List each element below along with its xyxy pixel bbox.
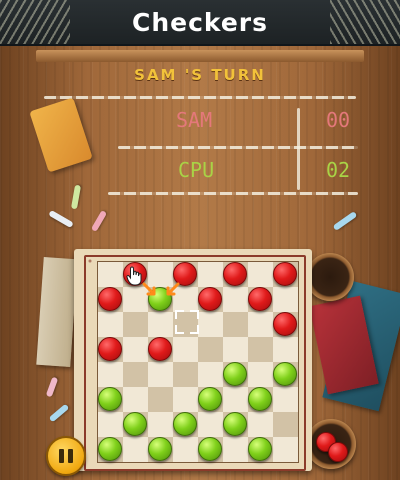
board-square[interactable] xyxy=(198,337,223,362)
board-square[interactable] xyxy=(273,387,298,412)
red-checker-piece[interactable] xyxy=(273,312,297,336)
board-square[interactable] xyxy=(98,312,123,337)
green-checker-piece[interactable] xyxy=(173,412,197,436)
chalk-divider xyxy=(297,108,300,190)
player2-score: 02 xyxy=(326,158,351,182)
board-square[interactable] xyxy=(248,262,273,287)
move-arrow-right-icon xyxy=(166,282,180,296)
board-square[interactable] xyxy=(148,387,173,412)
green-checker-piece[interactable] xyxy=(248,437,272,461)
board-square[interactable] xyxy=(173,387,198,412)
board-square[interactable] xyxy=(273,412,298,437)
pause-icon xyxy=(59,449,64,463)
chalk-line-bottom xyxy=(108,192,358,195)
board-square[interactable] xyxy=(248,412,273,437)
board-square[interactable] xyxy=(123,337,148,362)
board-square[interactable] xyxy=(198,412,223,437)
board-square[interactable] xyxy=(223,337,248,362)
board-square[interactable] xyxy=(123,437,148,462)
chalk-rays-right xyxy=(330,0,400,44)
red-checker-piece[interactable] xyxy=(198,287,222,311)
board-square[interactable] xyxy=(223,437,248,462)
green-checker-piece[interactable] xyxy=(223,412,247,436)
pause-icon-bar xyxy=(68,449,73,463)
board-square[interactable] xyxy=(248,312,273,337)
board-square[interactable] xyxy=(148,312,173,337)
green-checker-piece[interactable] xyxy=(98,437,122,461)
board-square[interactable] xyxy=(198,262,223,287)
board-square[interactable] xyxy=(223,387,248,412)
red-checker-piece[interactable] xyxy=(248,287,272,311)
board-square[interactable] xyxy=(198,362,223,387)
board-square[interactable] xyxy=(223,312,248,337)
red-checker-piece[interactable] xyxy=(98,287,122,311)
board-square[interactable] xyxy=(273,337,298,362)
board-square[interactable] xyxy=(98,412,123,437)
red-checker-piece[interactable] xyxy=(223,262,247,286)
board-square[interactable] xyxy=(173,362,198,387)
move-arrow-left-icon xyxy=(142,282,156,296)
board-square[interactable] xyxy=(123,362,148,387)
board-square[interactable] xyxy=(148,362,173,387)
green-checker-piece[interactable] xyxy=(273,362,297,386)
player1-score: 00 xyxy=(326,108,351,132)
header-ledge xyxy=(36,50,364,62)
game-title: Checkers xyxy=(131,7,269,37)
board-square[interactable] xyxy=(173,437,198,462)
board-square[interactable] xyxy=(248,362,273,387)
captured-red-piece xyxy=(328,442,348,462)
player1-name: SAM xyxy=(176,108,213,132)
pause-button[interactable] xyxy=(46,436,86,476)
green-checker-piece[interactable] xyxy=(248,387,272,411)
move-target-brackets[interactable] xyxy=(175,310,199,334)
hand-pointer-icon xyxy=(126,266,142,286)
green-checker-piece[interactable] xyxy=(198,437,222,461)
red-checker-piece[interactable] xyxy=(273,262,297,286)
green-checker-piece[interactable] xyxy=(223,362,247,386)
board-square[interactable] xyxy=(173,337,198,362)
green-checker-piece[interactable] xyxy=(98,387,122,411)
captured-pieces-jar-top xyxy=(306,253,354,301)
board-square[interactable] xyxy=(123,387,148,412)
board-square[interactable] xyxy=(223,287,248,312)
chalk-rays-left xyxy=(0,0,70,44)
board-square[interactable] xyxy=(123,312,148,337)
board-square[interactable] xyxy=(148,412,173,437)
board-square[interactable] xyxy=(273,287,298,312)
board-square[interactable] xyxy=(98,362,123,387)
chalk-line-top xyxy=(44,96,356,99)
player2-name: CPU xyxy=(178,158,215,182)
turn-indicator: SAM 'S TURN xyxy=(134,66,266,84)
chalk-line-middle xyxy=(118,146,358,149)
board-square[interactable] xyxy=(98,262,123,287)
board-square[interactable] xyxy=(273,437,298,462)
green-checker-piece[interactable] xyxy=(148,437,172,461)
red-checker-piece[interactable] xyxy=(148,337,172,361)
red-checker-piece[interactable] xyxy=(98,337,122,361)
board-square[interactable] xyxy=(248,337,273,362)
board-square[interactable] xyxy=(198,312,223,337)
green-checker-piece[interactable] xyxy=(123,412,147,436)
green-checker-piece[interactable] xyxy=(198,387,222,411)
title-bar: Checkers xyxy=(0,0,400,46)
